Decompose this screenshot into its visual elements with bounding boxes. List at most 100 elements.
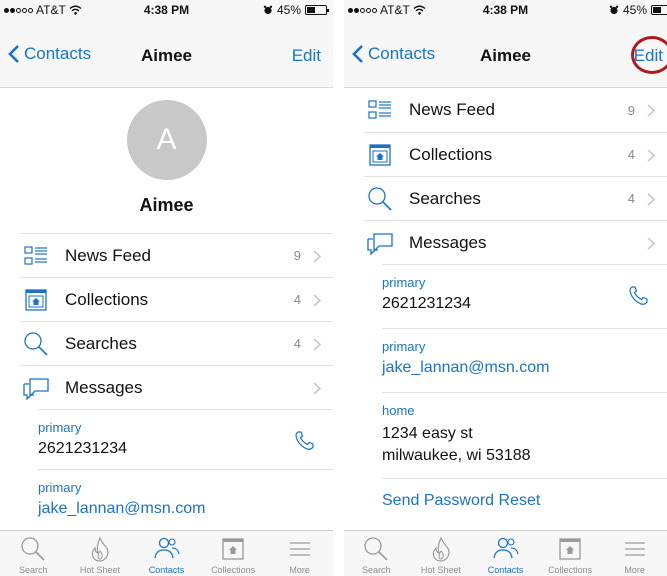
navigation-bar: Contacts Aimee Edit (0, 20, 333, 88)
phone-value: 2621231234 (38, 440, 127, 457)
menu-row-label: News Feed (65, 245, 151, 265)
menu-row-count: 9 (627, 102, 635, 118)
phone-row[interactable]: primary 2621231234 (382, 264, 667, 328)
tab-bar: Search Hot Sheet Contacts Collections Mo… (344, 530, 667, 576)
menu-row-messages[interactable]: Messages (20, 365, 333, 409)
phone-icon[interactable] (293, 430, 315, 452)
search-icon (366, 185, 394, 213)
tab-label: More (289, 565, 310, 575)
chevron-right-icon (313, 382, 321, 395)
battery-percent: 45% (276, 3, 301, 17)
battery-percent: 45% (622, 3, 647, 17)
contact-content: News Feed 9 Collections 4 Searches 4 Mes… (344, 88, 667, 530)
menu-row-messages[interactable]: Messages (364, 220, 667, 264)
search-icon (363, 535, 389, 563)
email-link[interactable]: jake_lannan@msn.com (382, 359, 667, 377)
avatar: A (126, 100, 207, 180)
collections-icon (366, 141, 394, 169)
tab-more[interactable]: More (266, 531, 333, 576)
phone-label: primary (38, 420, 82, 435)
address-line1: 1234 easy st (382, 425, 473, 442)
address-value: 1234 easy st milwaukee, wi 53188 (382, 423, 667, 467)
battery-icon (651, 5, 667, 15)
news-feed-icon (366, 96, 394, 124)
phone-icon[interactable] (627, 285, 649, 307)
status-bar: AT&T 4:38 PM 45% (344, 0, 667, 20)
menu-row-searches[interactable]: Searches 4 (364, 176, 667, 220)
collections-icon (22, 286, 50, 314)
search-icon (22, 330, 50, 358)
email-link[interactable]: jake_lannan@msn.com (38, 500, 333, 518)
menu-row-searches[interactable]: Searches 4 (20, 321, 333, 365)
tab-search[interactable]: Search (0, 531, 67, 576)
alarm-icon (263, 5, 273, 15)
phone-label: primary (382, 275, 426, 290)
status-bar: AT&T 4:38 PM 45% (0, 0, 333, 20)
phone-value: 2621231234 (382, 295, 471, 312)
tab-search[interactable]: Search (344, 531, 409, 576)
messages-icon (366, 229, 394, 257)
tab-collections[interactable]: Collections (200, 531, 267, 576)
chevron-right-icon (647, 104, 655, 117)
tab-label: Collections (211, 565, 256, 575)
menu-row-count: 4 (627, 147, 635, 162)
phone-row[interactable]: primary 2621231234 (38, 409, 333, 469)
contacts-icon (152, 535, 181, 563)
tab-contacts[interactable]: Contacts (133, 531, 200, 576)
tab-label: Search (362, 565, 391, 575)
tab-contacts[interactable]: Contacts (473, 531, 538, 576)
contact-name: Aimee (139, 195, 194, 215)
menu-row-label: Searches (409, 188, 481, 208)
menu-row-count: 4 (293, 292, 301, 307)
tab-more[interactable]: More (602, 531, 667, 576)
news-feed-icon (22, 242, 50, 270)
menu-row-label: Messages (409, 232, 487, 252)
screen-divider (333, 0, 344, 576)
menu-row-count: 9 (293, 248, 301, 263)
chevron-right-icon (313, 338, 321, 351)
chevron-right-icon (647, 193, 655, 206)
search-icon (20, 535, 46, 563)
address-line2: milwaukee, wi 53188 (382, 447, 531, 464)
menu-row-count: 4 (627, 191, 635, 206)
tab-collections[interactable]: Collections (538, 531, 603, 576)
tab-hot-sheet[interactable]: Hot Sheet (67, 531, 134, 576)
chevron-right-icon (647, 237, 655, 250)
edit-button[interactable]: Edit (292, 46, 321, 66)
chevron-right-icon (647, 149, 655, 162)
menu-row-label: Collections (409, 144, 493, 164)
battery-group: 45% (609, 3, 667, 17)
email-row[interactable]: primary jake_lannan@msn.com (38, 469, 333, 529)
menu-icon (623, 535, 647, 563)
tab-bar: Search Hot Sheet Contacts Collections Mo… (0, 530, 333, 576)
menu-row-count: 4 (293, 336, 301, 351)
chevron-right-icon (313, 250, 321, 263)
tab-label: Hot Sheet (420, 565, 461, 575)
menu-row-news-feed[interactable]: News Feed 9 (364, 88, 667, 132)
avatar-initial: A (156, 123, 177, 156)
email-label: primary (382, 339, 426, 354)
menu-row-label: Searches (65, 333, 137, 353)
menu-row-news-feed[interactable]: News Feed 9 (20, 233, 333, 277)
address-row[interactable]: home 1234 easy st milwaukee, wi 53188 (382, 392, 667, 478)
menu-row-collections[interactable]: Collections 4 (20, 277, 333, 321)
flame-icon (89, 535, 111, 563)
battery-icon (305, 5, 329, 15)
menu-row-label: Collections (65, 289, 149, 309)
tab-hot-sheet[interactable]: Hot Sheet (409, 531, 474, 576)
email-row[interactable]: primary jake_lannan@msn.com (382, 328, 667, 392)
email-label: primary (38, 480, 82, 495)
tab-label: Contacts (148, 565, 185, 575)
page-title: Aimee (479, 46, 532, 65)
tab-label: Search (19, 565, 48, 575)
edit-highlight-circle (631, 36, 667, 74)
flame-icon (430, 535, 452, 563)
tab-label: More (624, 565, 645, 575)
send-password-reset-button[interactable]: Send Password Reset (382, 478, 667, 522)
menu-row-collections[interactable]: Collections 4 (364, 132, 667, 176)
chevron-right-icon (313, 294, 321, 307)
messages-icon (22, 374, 50, 402)
menu-icon (288, 535, 312, 563)
tab-label: Contacts (487, 565, 524, 575)
page-title: Aimee (140, 46, 193, 65)
